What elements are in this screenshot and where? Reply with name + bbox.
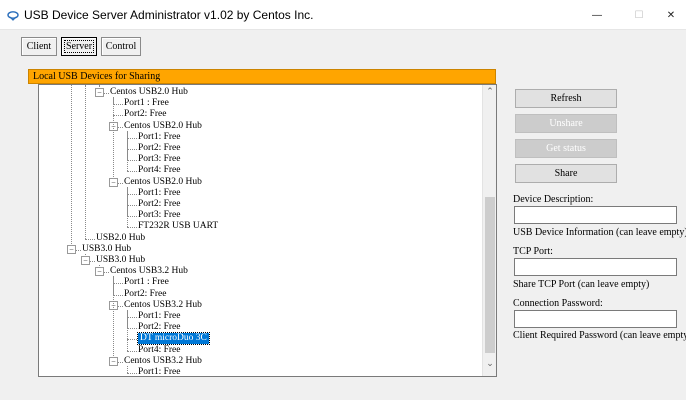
tree-item[interactable]: Port1: Free (138, 311, 180, 322)
tree-item[interactable]: USB2.0 Hub (96, 233, 145, 244)
tree-connector (71, 85, 72, 250)
tree-connector (127, 160, 137, 162)
tree-connector (127, 186, 128, 228)
tree-connector (113, 97, 114, 183)
tree-item[interactable]: FT232R USB UART (138, 221, 218, 232)
tree-item[interactable]: Port1 : Free (124, 98, 169, 109)
tree-item[interactable]: Centos USB3.2 Hub (124, 356, 202, 367)
tree-item[interactable]: Port1: Free (138, 367, 180, 376)
tree-connector (127, 373, 137, 374)
tree-item-selected[interactable]: DT microDuo 3C (137, 332, 210, 346)
tree-scrollbar[interactable]: ⌃ ⌄ (482, 85, 496, 376)
share-button[interactable]: Share (515, 164, 617, 183)
tree-connector (127, 365, 128, 373)
tree-connector (127, 216, 137, 218)
tree-item[interactable]: Port1: Free (138, 132, 180, 143)
unshare-button[interactable]: Unshare (515, 114, 617, 133)
tree-item[interactable]: Centos USB3.2 Hub (110, 266, 188, 277)
tree-connector (127, 309, 128, 351)
tree-item[interactable]: Port3: Free (138, 154, 180, 165)
tree-collapse-icon[interactable]: − (109, 177, 118, 187)
tree-connector (127, 227, 137, 229)
title-bar: USB Device Server Administrator v1.02 by… (0, 0, 686, 30)
tree-item[interactable]: Port4: Free (138, 345, 180, 356)
tree-connector (85, 85, 86, 239)
scroll-thumb[interactable] (485, 197, 495, 353)
tcp-port-input[interactable] (514, 258, 677, 276)
connection-password-hint: Client Required Password (can leave empt… (513, 330, 686, 341)
tree-connector (127, 339, 137, 341)
tree-item[interactable]: Port2: Free (124, 289, 166, 300)
device-description-label: Device Description: (513, 194, 594, 205)
tree-connector (113, 283, 123, 285)
tree-connector (113, 276, 114, 362)
tree-connector (113, 115, 123, 117)
tree-item[interactable]: Centos USB2.0 Hub (124, 177, 202, 188)
scroll-down-icon[interactable]: ⌄ (483, 359, 497, 373)
tree-item[interactable]: Port1: Free (138, 188, 180, 199)
tree-collapse-icon[interactable]: − (95, 267, 104, 277)
tree-connector (127, 149, 137, 150)
tree-connector (127, 137, 137, 139)
panel-header: Local USB Devices for Sharing (28, 69, 496, 84)
tree-item[interactable]: Centos USB2.0 Hub (124, 121, 202, 132)
tree-item[interactable]: Port1 : Free (124, 277, 169, 288)
tree-collapse-icon[interactable]: − (109, 356, 118, 366)
tree-collapse-icon[interactable]: − (95, 88, 104, 97)
scroll-up-icon[interactable]: ⌃ (483, 87, 497, 101)
tree-item[interactable]: USB3.0 Hub (82, 244, 131, 255)
tcp-port-hint: Share TCP Port (can leave empty) (513, 279, 650, 290)
tree-item[interactable]: Port3: Free (138, 210, 180, 221)
connection-password-input[interactable] (514, 310, 677, 328)
tree-connector (127, 317, 137, 318)
tree-connector (127, 130, 128, 172)
device-description-input[interactable] (514, 206, 677, 224)
get-status-button[interactable]: Get status (515, 139, 617, 158)
tab-control[interactable]: Control (101, 37, 141, 56)
device-tree[interactable]: − Centos USB2.0 Hub Port1 : Free Port2: Fre… (38, 84, 497, 377)
tab-server[interactable]: Server (61, 37, 97, 56)
tcp-port-label: TCP Port: (513, 246, 553, 257)
tree-connector (113, 294, 123, 296)
tree-connector (127, 171, 137, 173)
tree-item[interactable]: Port2: Free (124, 109, 166, 120)
tree-item[interactable]: Centos USB2.0 Hub (110, 87, 188, 98)
tree-connector (127, 193, 137, 195)
tree-connector (113, 104, 123, 106)
tree-item[interactable]: Port2: Free (138, 322, 180, 333)
tree-item[interactable]: Centos USB3.2 Hub (124, 300, 202, 311)
connection-password-label: Connection Password: (513, 298, 603, 309)
minimize-button[interactable]: — (574, 0, 620, 30)
tree-item[interactable]: USB3.0 Hub (96, 255, 145, 266)
device-description-hint: USB Device Information (can leave empty) (513, 227, 686, 238)
usb-server-icon (7, 11, 19, 21)
tree-connector (127, 350, 137, 352)
window-title: USB Device Server Administrator v1.02 by… (24, 8, 314, 22)
tree-connector (127, 328, 137, 330)
tree-collapse-icon[interactable]: − (67, 244, 76, 254)
tree-connector (85, 238, 95, 240)
tree-item[interactable]: Port2: Free (138, 199, 180, 210)
close-button[interactable]: ✕ (656, 0, 686, 30)
tree-connector (127, 205, 137, 206)
refresh-button[interactable]: Refresh (515, 89, 617, 108)
tree-item[interactable]: Port2: Free (138, 143, 180, 154)
tab-client[interactable]: Client (21, 37, 57, 56)
tree-item[interactable]: Port4: Free (138, 165, 180, 176)
tree-collapse-icon[interactable]: − (81, 256, 90, 265)
